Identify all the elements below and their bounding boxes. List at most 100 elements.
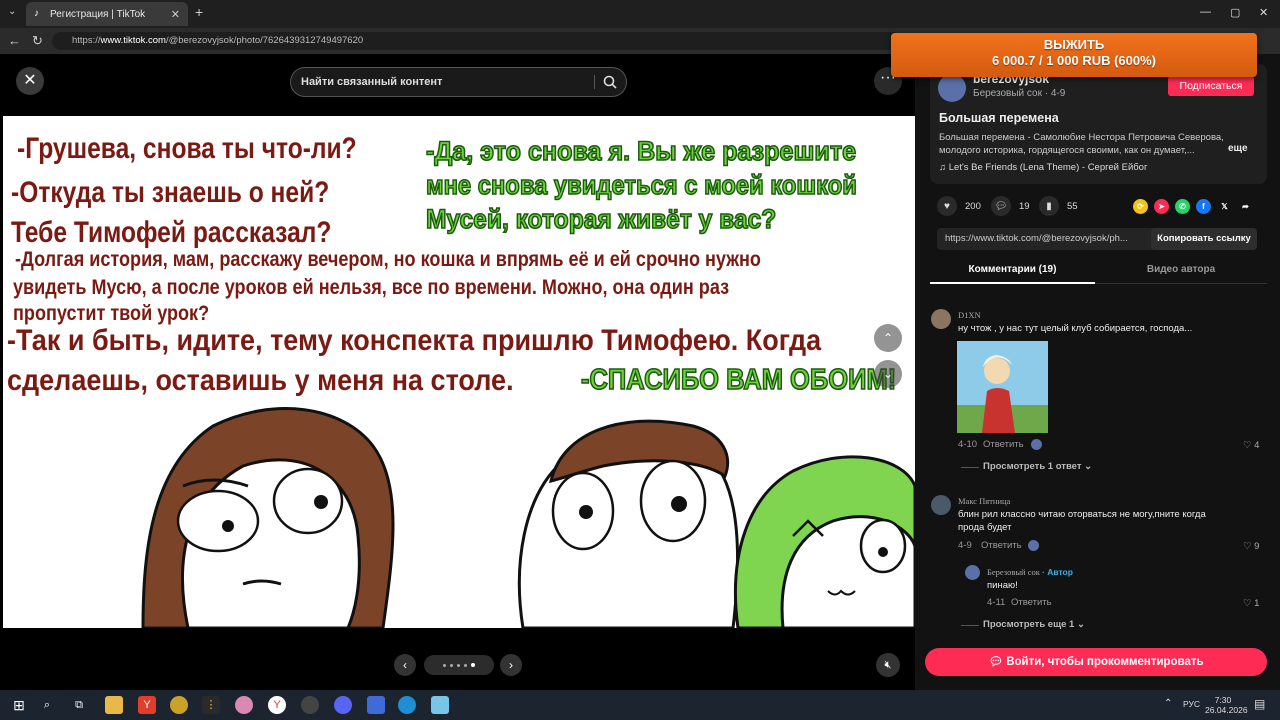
- expand-description-link[interactable]: еще: [1228, 143, 1248, 154]
- reload-icon[interactable]: ↻: [32, 33, 43, 49]
- url-field[interactable]: https://www.tiktok.com/@berezovyjsok/pho…: [52, 32, 902, 50]
- reply-like-button[interactable]: ♡ 1: [1243, 598, 1259, 609]
- search-input[interactable]: [301, 68, 591, 96]
- scroll-up-button[interactable]: ⌃: [874, 324, 902, 352]
- slide-dot-active[interactable]: [471, 663, 475, 667]
- x-icon[interactable]: 𝕏: [1217, 199, 1232, 214]
- previous-slide-button[interactable]: ‹: [394, 654, 416, 676]
- discord-icon[interactable]: [334, 696, 352, 714]
- whatsapp-icon[interactable]: ✆: [1175, 199, 1190, 214]
- app-icon[interactable]: [301, 696, 319, 714]
- tab-author-videos[interactable]: Видео автора: [1095, 260, 1267, 284]
- reply-button[interactable]: Ответить: [981, 540, 1022, 551]
- slide-dot[interactable]: [464, 663, 467, 667]
- clock[interactable]: 7:30 26.04.2026: [1205, 695, 1248, 715]
- comment-list: D1XN ну чтож , у нас тут целый клуб соби…: [915, 299, 1280, 637]
- facebook-icon[interactable]: f: [1196, 199, 1211, 214]
- yandex-browser-icon[interactable]: Y: [138, 696, 156, 714]
- creator-like-avatar-icon: [1028, 540, 1039, 551]
- author-badge: · Автор: [1042, 567, 1073, 577]
- app-icon[interactable]: [170, 696, 188, 714]
- reply-button[interactable]: Ответить: [1011, 597, 1052, 608]
- comment-bubble-icon: 💬︎: [988, 656, 1007, 668]
- back-icon[interactable]: ←: [8, 33, 21, 48]
- comic-line: -Долгая история, мам, расскажу вечером, …: [15, 248, 761, 271]
- heart-icon: ♥: [937, 196, 957, 216]
- comic-line: -Грушева, снова ты что-ли?: [17, 132, 357, 165]
- avatar[interactable]: [931, 495, 951, 515]
- edge-browser-icon[interactable]: [398, 696, 416, 714]
- copy-link-button[interactable]: Копировать ссылку: [1151, 228, 1257, 250]
- comment-username[interactable]: D1XN: [958, 310, 981, 320]
- comment-count: 19: [1019, 200, 1030, 212]
- like-button[interactable]: ♥ 200: [937, 196, 981, 216]
- comment-date: 4-9: [958, 540, 972, 551]
- slide-dot[interactable]: [443, 663, 446, 667]
- notifications-icon[interactable]: ▤: [1254, 697, 1265, 711]
- scroll-down-button[interactable]: ⌄: [874, 360, 902, 388]
- avatar[interactable]: [938, 74, 966, 102]
- new-tab-icon[interactable]: +: [195, 4, 203, 20]
- tray-chevron-icon[interactable]: ⌃: [1164, 698, 1172, 709]
- comment-date: 4-10: [958, 439, 978, 450]
- music-track[interactable]: ♫ Let's Be Friends (Lena Theme) - Сергей…: [939, 162, 1147, 173]
- app-icon[interactable]: ⋮: [202, 696, 220, 714]
- reply-username-text[interactable]: Березовый сок: [987, 567, 1040, 577]
- follow-button[interactable]: Подписаться: [1168, 76, 1254, 96]
- next-slide-button[interactable]: ›: [500, 654, 522, 676]
- yandex-icon[interactable]: Y: [268, 696, 286, 714]
- panel-tabs: Комментарии (19) Видео автора: [930, 260, 1267, 284]
- clock-time: 7:30: [1214, 695, 1232, 705]
- chart-app-icon[interactable]: [367, 696, 385, 714]
- avatar[interactable]: [931, 309, 951, 329]
- comment-username[interactable]: Макс Пятница: [958, 496, 1010, 506]
- mute-icon[interactable]: 🔇︎: [876, 653, 900, 677]
- author-nickname-date: Березовый сок · 4-9: [973, 88, 1066, 99]
- notepad-icon[interactable]: [431, 696, 449, 714]
- windows-start-icon[interactable]: ⊞: [10, 696, 28, 714]
- reply-button[interactable]: Ответить: [983, 439, 1024, 450]
- login-to-comment-button[interactable]: 💬︎ Войти, чтобы прокомментировать: [925, 648, 1267, 676]
- thread-line: [961, 625, 979, 626]
- search-icon[interactable]: ⌕: [38, 696, 56, 714]
- close-viewer-button[interactable]: ✕: [16, 67, 44, 95]
- file-explorer-icon[interactable]: [105, 696, 123, 714]
- reply-text: пинаю!: [987, 580, 1018, 591]
- comment-button[interactable]: 💬︎ 19: [991, 196, 1030, 216]
- tab-close-icon[interactable]: ✕: [171, 8, 180, 21]
- url-path: /@berezovyjsok/photo/7626439312749497620: [165, 35, 364, 46]
- share-link-box: https://www.tiktok.com/@berezovyjsok/ph.…: [937, 228, 1257, 250]
- comic-line: пропустит твой урок?: [13, 302, 210, 325]
- view-more-replies-button[interactable]: Просмотреть еще 1 ⌄: [983, 619, 1085, 630]
- app-icon[interactable]: [235, 696, 253, 714]
- search-icon[interactable]: [602, 74, 618, 90]
- share-icon[interactable]: ➤: [1154, 199, 1169, 214]
- maximize-icon[interactable]: ▢: [1230, 6, 1240, 19]
- comment-image[interactable]: [957, 341, 1048, 433]
- tiktok-favicon-icon: ♪: [34, 8, 39, 19]
- comic-green-line: Мусей, которая живёт у вас?: [425, 203, 777, 235]
- keyboard-language[interactable]: РУС: [1183, 699, 1200, 709]
- comment-like-button[interactable]: ♡ 9: [1243, 541, 1259, 552]
- comment-text: ну чтож , у нас тут целый клуб собираетс…: [958, 323, 1193, 334]
- comment-like-button[interactable]: ♡ 4: [1243, 440, 1259, 451]
- slide-dot[interactable]: [457, 663, 460, 667]
- view-replies-button[interactable]: Просмотреть 1 ответ ⌄: [983, 461, 1092, 472]
- repost-icon[interactable]: ⟳: [1133, 199, 1148, 214]
- save-button[interactable]: ▮ 55: [1039, 196, 1078, 216]
- browser-tab[interactable]: ♪ Регистрация | TikTok ✕: [26, 2, 188, 26]
- tab-list-icon[interactable]: ⌄: [8, 6, 16, 17]
- tab-comments[interactable]: Комментарии (19): [930, 260, 1095, 284]
- post-description: Большая перемена - Самолюбие Нестора Пет…: [939, 132, 1224, 156]
- url-prefix: https://: [72, 35, 101, 46]
- heart-outline-icon: ♡: [1243, 541, 1255, 552]
- forward-icon[interactable]: ➦: [1238, 199, 1253, 214]
- window-close-icon[interactable]: ✕: [1259, 6, 1268, 19]
- avatar[interactable]: [965, 565, 980, 580]
- task-view-icon[interactable]: ⧉: [70, 696, 88, 714]
- comment-icon: 💬︎: [991, 196, 1011, 216]
- share-link-text[interactable]: https://www.tiktok.com/@berezovyjsok/ph.…: [945, 233, 1128, 244]
- slide-dot[interactable]: [450, 663, 453, 667]
- post-title: Большая перемена: [939, 111, 1059, 125]
- minimize-icon[interactable]: —: [1200, 6, 1211, 18]
